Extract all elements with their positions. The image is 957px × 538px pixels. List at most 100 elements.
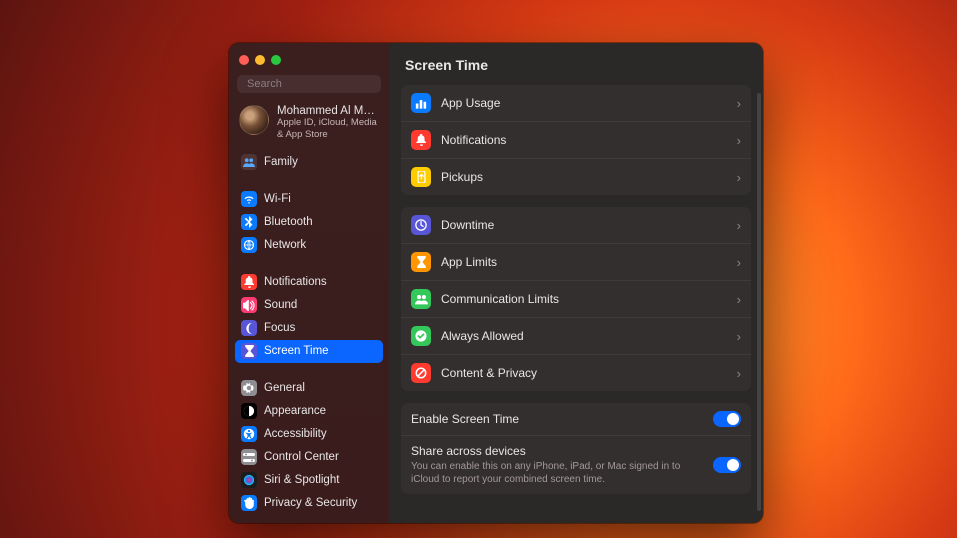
- sidebar-item-network[interactable]: Network: [235, 234, 383, 257]
- sidebar-item-label: Bluetooth: [264, 216, 313, 228]
- account-row[interactable]: Mohammed Al Ma… Apple ID, iCloud, Media …: [229, 99, 389, 149]
- row-label: Notifications: [441, 133, 727, 147]
- settings-section: App Usage › Notifications › Pickups ›: [401, 85, 751, 195]
- account-subtitle: Apple ID, iCloud, Media & App Store: [277, 117, 379, 141]
- settings-row-pickups[interactable]: Pickups ›: [401, 158, 751, 195]
- bluetooth-icon: [241, 214, 257, 230]
- sidebar-item-sound[interactable]: Sound: [235, 294, 383, 317]
- sidebar-item-family[interactable]: Family: [235, 151, 383, 174]
- sidebar-item-label: Network: [264, 239, 306, 251]
- hourglass-icon: [241, 343, 257, 359]
- accessibility-icon: [241, 426, 257, 442]
- sidebar-item-accessibility[interactable]: Accessibility: [235, 423, 383, 446]
- sidebar-item-siri[interactable]: Siri & Spotlight: [235, 469, 383, 492]
- bars-icon: [411, 93, 431, 113]
- switches-icon: [241, 449, 257, 465]
- siri-icon: [241, 472, 257, 488]
- settings-row-downtime[interactable]: Downtime ›: [401, 207, 751, 243]
- row-label: Content & Privacy: [441, 366, 727, 380]
- row-label: Communication Limits: [441, 292, 727, 306]
- toggle-row-enable: Enable Screen Time: [401, 403, 751, 435]
- people-icon: [411, 289, 431, 309]
- sidebar-item-wifi[interactable]: Wi-Fi: [235, 188, 383, 211]
- row-label: App Limits: [441, 255, 727, 269]
- toggle-description: You can enable this on any iPhone, iPad,…: [411, 460, 691, 486]
- bell-icon: [241, 274, 257, 290]
- sidebar-item-label: Privacy & Security: [264, 497, 357, 509]
- hand-icon: [241, 495, 257, 511]
- bell-icon: [411, 130, 431, 150]
- sidebar-item-appearance[interactable]: Appearance: [235, 400, 383, 423]
- sidebar-item-privacy[interactable]: Privacy & Security: [235, 492, 383, 515]
- search-field[interactable]: [237, 75, 381, 93]
- clock-icon: [411, 215, 431, 235]
- sidebar-item-general[interactable]: General: [235, 377, 383, 400]
- fullscreen-button[interactable]: [271, 55, 281, 65]
- sidebar-item-notifications[interactable]: Notifications: [235, 271, 383, 294]
- account-name: Mohammed Al Ma…: [277, 105, 379, 117]
- sidebar-item-label: Focus: [264, 322, 295, 334]
- settings-row-communication-limits[interactable]: Communication Limits›: [401, 280, 751, 317]
- sidebar-item-focus[interactable]: Focus: [235, 317, 383, 340]
- settings-window: Mohammed Al Ma… Apple ID, iCloud, Media …: [229, 43, 763, 523]
- sidebar-group: General Appearance Accessibility Control Ce…: [229, 375, 389, 517]
- settings-row-app-usage[interactable]: App Usage ›: [401, 85, 751, 121]
- chevron-right-icon: ›: [737, 218, 741, 233]
- settings-row-content-privacy[interactable]: Content & Privacy ›: [401, 354, 751, 391]
- toggle-enable[interactable]: [713, 411, 741, 427]
- toggle-title: Enable Screen Time: [411, 412, 703, 426]
- row-label: Always Allowed: [441, 329, 727, 343]
- pickup-icon: [411, 167, 431, 187]
- nosign-icon: [411, 363, 431, 383]
- sidebar-item-label: Notifications: [264, 276, 327, 288]
- gear-icon: [241, 380, 257, 396]
- chevron-right-icon: ›: [737, 255, 741, 270]
- sidebar-group: Wi-Fi Bluetooth Network: [229, 186, 389, 259]
- row-label: App Usage: [441, 96, 727, 110]
- hourglass-icon: [411, 252, 431, 272]
- chevron-right-icon: ›: [737, 329, 741, 344]
- chevron-right-icon: ›: [737, 366, 741, 381]
- content-scroll[interactable]: App Usage›Notifications›Pickups›Downtime…: [389, 85, 763, 523]
- moon-icon: [241, 320, 257, 336]
- toggle-share[interactable]: [713, 457, 741, 473]
- chevron-right-icon: ›: [737, 170, 741, 185]
- window-controls: [229, 49, 389, 69]
- sidebar-scroll[interactable]: Family Wi-Fi Bluetooth Network Notifications…: [229, 149, 389, 523]
- scrollbar[interactable]: [757, 93, 761, 511]
- sidebar-group: Notifications Sound Focus Screen Time: [229, 269, 389, 365]
- toggle-row-share: Share across devices You can enable this …: [401, 435, 751, 494]
- sidebar-item-label: Family: [264, 156, 298, 168]
- sidebar-item-label: Control Center: [264, 451, 339, 463]
- page-title: Screen Time: [389, 43, 763, 85]
- family-icon: [241, 154, 257, 170]
- row-label: Downtime: [441, 218, 727, 232]
- wifi-icon: [241, 191, 257, 207]
- settings-row-app-limits[interactable]: App Limits ›: [401, 243, 751, 280]
- chevron-right-icon: ›: [737, 133, 741, 148]
- sidebar: Mohammed Al Ma… Apple ID, iCloud, Media …: [229, 43, 389, 523]
- avatar: [239, 105, 269, 135]
- sidebar-item-label: Accessibility: [264, 428, 327, 440]
- chevron-right-icon: ›: [737, 96, 741, 111]
- sidebar-item-label: General: [264, 382, 305, 394]
- content-pane: Screen Time App Usage›Notifications›Pick…: [389, 43, 763, 523]
- sidebar-item-bluetooth[interactable]: Bluetooth: [235, 211, 383, 234]
- sidebar-item-label: Siri & Spotlight: [264, 474, 339, 486]
- sidebar-item-label: Sound: [264, 299, 297, 311]
- search-input[interactable]: [247, 78, 389, 90]
- minimize-button[interactable]: [255, 55, 265, 65]
- sidebar-item-controlcenter[interactable]: Control Center: [235, 446, 383, 469]
- row-label: Pickups: [441, 170, 727, 184]
- appearance-icon: [241, 403, 257, 419]
- settings-row-always-allowed[interactable]: Always Allowed ›: [401, 317, 751, 354]
- sidebar-item-label: Screen Time: [264, 345, 329, 357]
- toggle-title: Share across devices: [411, 444, 703, 458]
- close-button[interactable]: [239, 55, 249, 65]
- toggles-section: Enable Screen Time Share across devices Yo…: [401, 403, 751, 494]
- sidebar-item-label: Appearance: [264, 405, 326, 417]
- settings-section: Downtime › App Limits › Communication Limits…: [401, 207, 751, 391]
- sidebar-item-label: Wi-Fi: [264, 193, 291, 205]
- settings-row-notifications[interactable]: Notifications ›: [401, 121, 751, 158]
- sidebar-item-screentime[interactable]: Screen Time: [235, 340, 383, 363]
